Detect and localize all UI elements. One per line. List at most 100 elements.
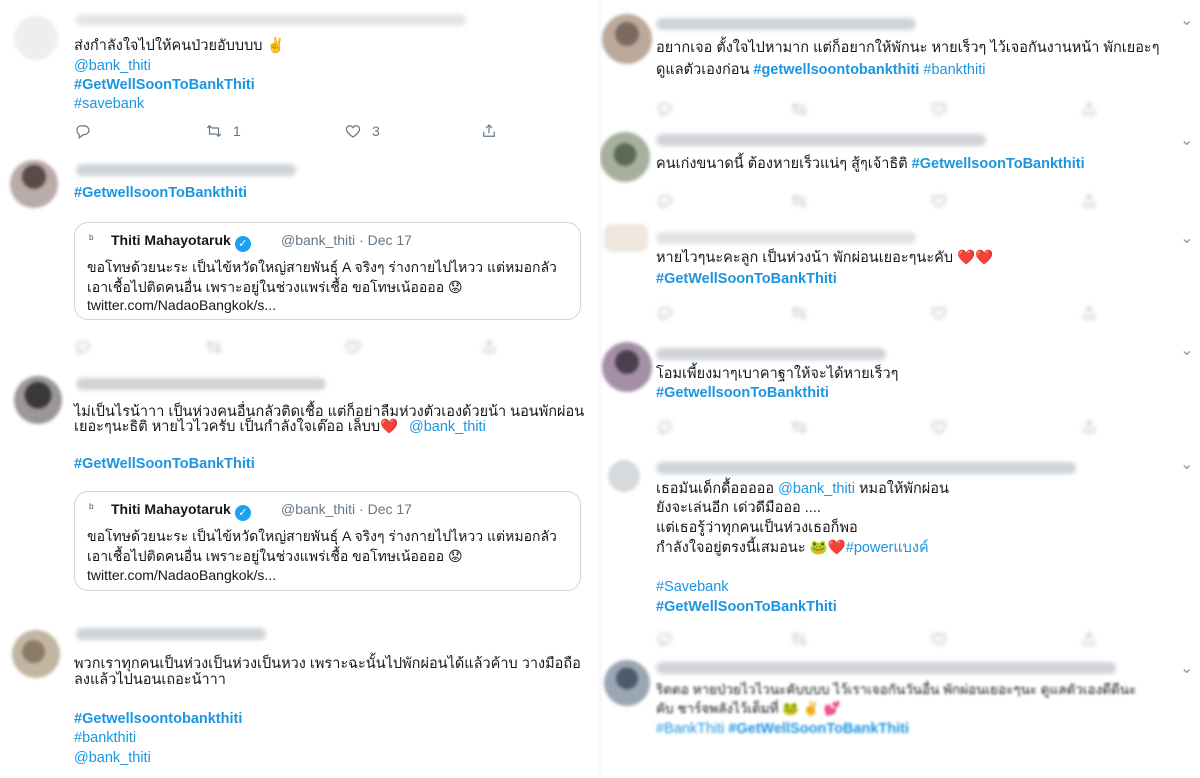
heart-icon[interactable] xyxy=(930,100,948,118)
chevron-down-icon[interactable]: ⌄ xyxy=(1180,130,1193,150)
hashtag-link[interactable]: #Savebank xyxy=(656,577,729,597)
heart-icon[interactable] xyxy=(930,192,948,210)
hashtag-link[interactable]: #bankthiti xyxy=(923,62,985,78)
hashtag-link[interactable]: #GetWellSoonToBankThiti xyxy=(656,269,837,289)
chevron-down-icon[interactable]: ⌄ xyxy=(1180,658,1193,678)
author-header-blurred xyxy=(76,378,326,390)
share-icon[interactable] xyxy=(480,338,498,356)
avatar[interactable] xyxy=(602,342,652,392)
hashtag-link[interactable]: #bankthiti xyxy=(74,728,136,748)
quoted-handle-date: @bank_thiti · Dec 17 xyxy=(281,501,412,517)
reply-tweet[interactable]: ⌄ อยากเจอ ตั้งใจไปหามาก แต่ก็อยากให้พักน… xyxy=(600,0,1200,122)
avatar[interactable] xyxy=(10,160,58,208)
hashtag-link[interactable]: #GetWellSoonToBankThiti xyxy=(728,721,909,737)
author-header-blurred xyxy=(76,628,266,640)
quoted-link[interactable]: twitter.com/NadaoBangkok/s... xyxy=(87,295,276,315)
tweet-text: โอมเพี้ยงมาๆเบาคาฐาให้จะได้หายเร็วๆ xyxy=(656,366,899,382)
retweet-button[interactable]: 1 xyxy=(205,122,241,140)
mention-link[interactable]: @bank_thiti xyxy=(74,748,151,768)
hashtag-link[interactable]: #savebank xyxy=(74,94,144,114)
reply-icon[interactable] xyxy=(656,630,674,648)
chevron-down-icon[interactable]: ⌄ xyxy=(1180,340,1193,360)
avatar[interactable] xyxy=(608,460,640,492)
avatar[interactable] xyxy=(14,376,62,424)
share-icon[interactable] xyxy=(1080,192,1098,210)
chevron-down-icon[interactable]: ⌄ xyxy=(1180,454,1193,474)
hashtag-link[interactable]: #getwellsoontobankthiti xyxy=(753,62,919,78)
author-header-blurred xyxy=(656,462,1076,474)
hashtag-link[interactable]: #GetwellsoonToBankthiti xyxy=(912,156,1085,172)
avatar[interactable] xyxy=(604,224,648,252)
quoted-text-line: เอาเชื้อไปติดคนอื่น เพราะอยู่ในช่วงแพร่เ… xyxy=(87,548,463,564)
tweet-text-line: ดูแลตัวเองก่อน #getwellsoontobankthiti #… xyxy=(656,62,986,78)
share-icon[interactable] xyxy=(1080,304,1098,322)
reply-tweet[interactable]: ⌄ โอมเพี้ยงมาๆเบาคาฐาให้จะได้หายเร็วๆ #G… xyxy=(600,332,1200,450)
heart-icon[interactable] xyxy=(930,304,948,322)
heart-icon[interactable] xyxy=(930,630,948,648)
hashtag-link[interactable]: #GetWellSoonToBankThiti xyxy=(656,597,837,617)
reply-icon[interactable] xyxy=(74,338,92,356)
quoted-tweet[interactable]: ᵇ Thiti Mahayotaruk ✓ @bank_thiti · Dec 1… xyxy=(74,491,581,591)
reply-tweet[interactable]: ⌄ หายไวๆนะคะลูก เป็นห่วงน้า พักผ่อนเยอะๆ… xyxy=(600,218,1200,332)
reply-icon[interactable] xyxy=(656,304,674,322)
tweet-text-line: แต่เธอรู้ว่าทุกคนเป็นห่วงเธอก็พอ xyxy=(656,520,858,536)
tweet-text-line: ยังจะเล่นอีก เด่วดีมือออ .... xyxy=(656,500,821,516)
tweet-text-line: เยอะๆนะธิติ หายไวไวครับ เป็นกำลังใจเต๊ออ… xyxy=(74,419,399,435)
retweet-icon[interactable] xyxy=(790,418,808,436)
heart-icon[interactable] xyxy=(344,338,362,356)
mention-link[interactable]: @bank_thiti xyxy=(409,417,486,437)
share-icon[interactable] xyxy=(1080,100,1098,118)
retweet-icon xyxy=(206,124,222,138)
author-header-blurred xyxy=(656,18,916,30)
share-button[interactable] xyxy=(480,122,498,140)
avatar[interactable] xyxy=(12,630,60,678)
hashtag-link[interactable]: #GetwellsoonToBankthiti xyxy=(74,183,247,203)
reply-tweet[interactable]: ⌄ เธอมันเด็กดื้อออออ @bank_thiti หมอให้พ… xyxy=(600,450,1200,652)
hashtag-link[interactable]: #GetwellsoonToBankthiti xyxy=(656,383,829,403)
quoted-text-line: ขอโทษด้วยนะระ เป็นไข้หวัดใหญ่สายพันธุ์ A… xyxy=(87,259,557,275)
reply-tweet[interactable]: ⌄ คนเก่งขนาดนี้ ต้องหายเร็วแน่ๆ สู้ๆเจ้า… xyxy=(600,122,1200,218)
reply-button[interactable] xyxy=(74,122,92,140)
avatar[interactable] xyxy=(604,660,650,706)
mention-link[interactable]: @bank_thiti xyxy=(778,481,855,497)
avatar[interactable] xyxy=(602,14,652,64)
heart-icon[interactable] xyxy=(930,418,948,436)
avatar[interactable] xyxy=(14,16,58,60)
right-reply-column: ⌄ อยากเจอ ตั้งใจไปหามาก แต่ก็อยากให้พักน… xyxy=(600,0,1200,778)
mention-link[interactable]: @bank_thiti xyxy=(74,56,151,76)
tweet-text: หายไวๆนะคะลูก เป็นห่วงน้า พักผ่อนเยอะๆนะ… xyxy=(656,250,994,266)
reply-tweet[interactable]: ส่งกำลังใจไปให้คนป่วยอับบบบ ✌️ @bank_thi… xyxy=(0,0,600,150)
reply-tweet[interactable]: ไม่เป็นไรน้าาา เป็นห่วงคนอื่นกลัวติดเชื้… xyxy=(0,360,600,622)
author-header-blurred xyxy=(76,14,466,26)
retweet-icon[interactable] xyxy=(790,100,808,118)
reply-tweet[interactable]: พวกเราทุกคนเป็นห่วงเป็นห่วงเป็นหวง เพราะ… xyxy=(0,622,600,778)
reply-icon[interactable] xyxy=(656,418,674,436)
chevron-down-icon[interactable]: ⌄ xyxy=(1180,10,1193,30)
reply-tweet[interactable]: ⌄ ริตตอ หายป่วยไวไวนะคับบบบ ไว้เราเจอกัน… xyxy=(600,652,1200,778)
reply-tweet[interactable]: #GetwellsoonToBankthiti ᵇ Thiti Mahayota… xyxy=(0,150,600,360)
retweet-icon[interactable] xyxy=(790,192,808,210)
hashtag-link[interactable]: #GetWellSoonToBankThiti xyxy=(74,75,255,95)
quoted-tweet[interactable]: ᵇ Thiti Mahayotaruk ✓ @bank_thiti · Dec 1… xyxy=(74,222,581,320)
quoted-avatar: ᵇ xyxy=(89,232,94,246)
avatar[interactable] xyxy=(600,132,650,182)
left-reply-column: ส่งกำลังใจไปให้คนป่วยอับบบบ ✌️ @bank_thi… xyxy=(0,0,600,778)
quoted-link[interactable]: twitter.com/NadaoBangkok/s... xyxy=(87,565,276,585)
share-icon[interactable] xyxy=(1080,418,1098,436)
retweet-icon[interactable] xyxy=(790,630,808,648)
reply-icon[interactable] xyxy=(656,100,674,118)
like-button[interactable]: 3 xyxy=(344,122,380,140)
tweet-text-line: เธอมันเด็กดื้อออออ @bank_thiti หมอให้พัก… xyxy=(656,481,949,497)
hashtag-link[interactable]: #Getwellsoontobankthiti xyxy=(74,709,242,729)
hashtag-link[interactable]: #BankThiti xyxy=(656,721,725,737)
hashtag-link[interactable]: #powerแบงค์ xyxy=(846,540,929,556)
reply-icon[interactable] xyxy=(656,192,674,210)
quoted-avatar: ᵇ xyxy=(89,501,94,515)
retweet-icon[interactable] xyxy=(790,304,808,322)
retweet-icon[interactable] xyxy=(205,338,223,356)
share-icon[interactable] xyxy=(1080,630,1098,648)
like-count: 3 xyxy=(372,123,380,139)
author-header-blurred xyxy=(656,232,916,244)
hashtag-link[interactable]: #GetWellSoonToBankThiti xyxy=(74,454,255,474)
chevron-down-icon[interactable]: ⌄ xyxy=(1180,228,1193,248)
